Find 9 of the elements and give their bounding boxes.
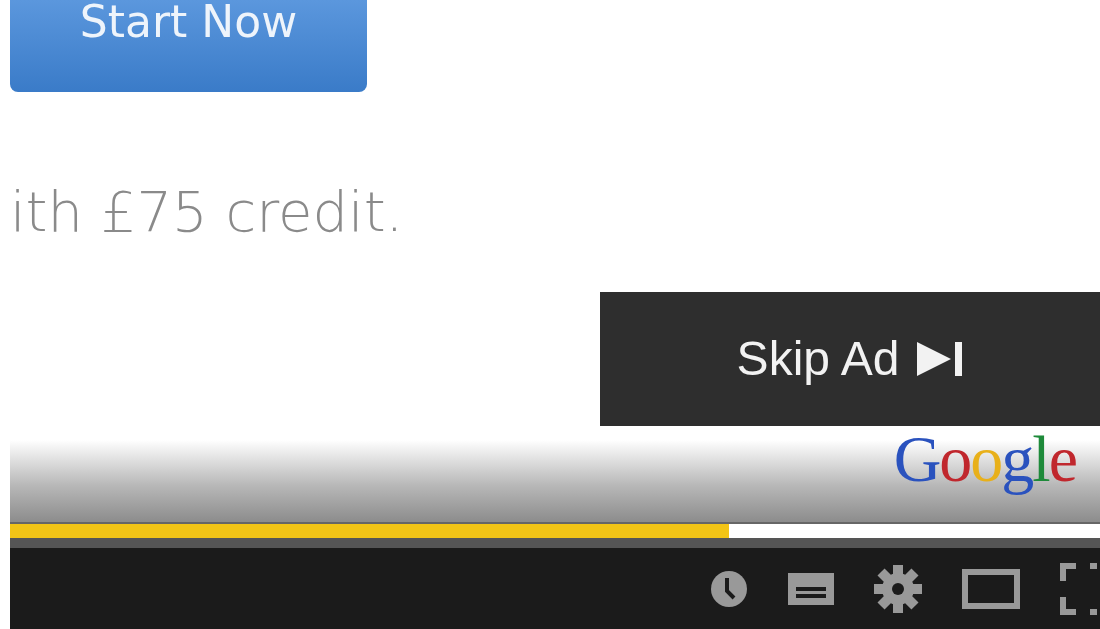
settings-icon[interactable] bbox=[874, 564, 922, 613]
fullscreen-icon[interactable] bbox=[1060, 562, 1100, 615]
progress-bar[interactable] bbox=[10, 522, 1100, 548]
skip-icon bbox=[917, 342, 964, 376]
clock-icon[interactable] bbox=[710, 569, 748, 608]
captions-icon[interactable] bbox=[788, 572, 834, 605]
theater-mode-icon[interactable] bbox=[962, 568, 1020, 609]
skip-ad-button[interactable]: Skip Ad bbox=[600, 292, 1100, 426]
offer-text: ith £75 credit. bbox=[10, 184, 405, 240]
